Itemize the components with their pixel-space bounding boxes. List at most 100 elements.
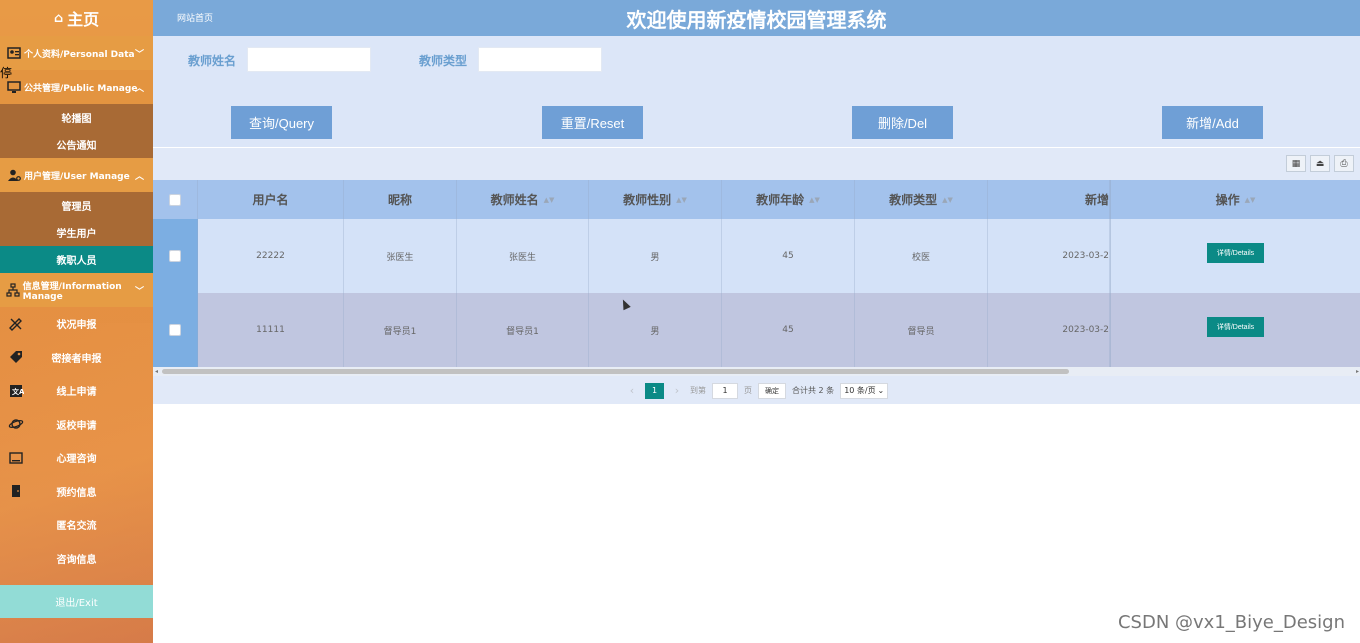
sidebar-item-appointment[interactable]: 预约信息 [0,475,153,509]
cell-nickname: 督导员1 [344,293,457,367]
sidebar-item-health-report[interactable]: 状况申报 [0,307,153,341]
cell-actions: 详情/Details [1110,219,1360,293]
table-header-row: 用户名 昵称 教师姓名 ▲▼ 教师性别 ▲▼ 教师年龄 ▲▼ 教师类型 ▲▼ 新增 操作… [153,180,1360,219]
cell-type: 校医 [855,219,988,293]
sidebar-item-return-apply[interactable]: 返校申请 [0,408,153,442]
column-header[interactable]: 教师类型 ▲▼ [855,180,988,219]
add-button[interactable]: 新增/Add [1162,106,1263,139]
teacher-name-input[interactable] [247,47,371,72]
sidebar-item-label: 线上申请 [56,387,97,399]
watermark: CSDN @vx1_Biye_Design [1117,612,1345,633]
monitor-icon [6,79,22,95]
sidebar-item-carousel[interactable]: 轮播图 [0,104,153,131]
menu-user-manage[interactable]: 用户管理/User Manage ︿ [0,158,153,192]
exit-button[interactable]: 退出/Exit [0,585,153,618]
table-row[interactable]: 11111 督导员1 督导员1 男 45 督导员 2023-03-2 详情/De… [153,293,1360,367]
menu-personal-label: 个人资料/Personal Data [24,49,135,60]
chevron-down-icon: ⌄ [877,386,885,395]
query-button[interactable]: 查询/Query [231,106,332,139]
home-label: 主页 [67,10,100,29]
sort-icon: ▲▼ [1244,195,1256,204]
reset-button[interactable]: 重置/Reset [542,106,643,139]
table-panel: ▦ ⏏ ⎙ 用户名 昵称 教师姓名 ▲▼ 教师性别 ▲▼ 教师年龄 ▲▼ 教师类型 ▲▼… [153,148,1360,404]
menu-info-manage[interactable]: 信息管理/Information Manage ﹀ [0,273,153,307]
page-size-select[interactable]: 10 条/页 ⌄ [840,382,889,399]
sidebar-item-counseling[interactable]: 心理咨询 [0,441,153,475]
column-header[interactable]: 教师年龄 ▲▼ [722,180,855,219]
column-header[interactable]: 用户名 [198,180,344,219]
column-header[interactable]: 操作 ▲▼ [1110,180,1360,219]
menu-group-personal: 个人资料/Personal Data ﹀ [0,36,153,70]
sidebar-item-staff[interactable]: 教职人员 [0,246,153,273]
sidebar-item-label: 预约信息 [56,487,97,499]
tooltip-fragment: 停 [0,66,13,80]
cell-gender: 男 [589,219,722,293]
table-row[interactable]: 22222 张医生 张医生 男 45 校医 2023-03-2 详情/Detai… [153,219,1360,293]
sidebar-item-consult-info[interactable]: 咨询信息 [0,542,153,576]
sidebar: ⌂ 主页 个人资料/Personal Data ﹀ 公共管理/Public Ma… [0,0,153,643]
row-checkbox[interactable] [169,324,181,336]
goto-suffix: 页 [744,386,752,395]
top-bar: 网站首页 欢迎使用新疫情校园管理系统 [153,0,1360,36]
print-icon[interactable]: ⎙ [1334,155,1354,172]
next-page-icon[interactable]: › [670,384,684,397]
goto-confirm-button[interactable]: 确定 [758,382,786,399]
delete-button[interactable]: 删除/Del [852,106,953,139]
details-button[interactable]: 详情/Details [1207,243,1264,263]
sidebar-item-admin[interactable]: 管理员 [0,192,153,219]
column-header[interactable]: 新增 [988,180,1110,219]
column-header[interactable]: 教师姓名 ▲▼ [457,180,589,219]
submenu-public: 轮播图 公告通知 [0,104,153,158]
menu-public-manage[interactable]: 公共管理/Public Manage ︿ [0,70,153,104]
column-filter-icon[interactable]: ▦ [1286,155,1306,172]
teacher-name-label: 教师姓名 [188,54,237,68]
menu-group-public: 公共管理/Public Manage ︿ 轮播图 公告通知 [0,70,153,158]
select-all-cell [153,180,198,219]
details-button[interactable]: 详情/Details [1207,317,1264,337]
scroll-right-icon[interactable]: ▸ [1356,367,1359,376]
cell-type: 督导员 [855,293,988,367]
sidebar-item-anonymous[interactable]: 匿名交流 [0,508,153,542]
row-select-cell [153,293,198,367]
teacher-type-input[interactable] [478,47,602,72]
menu-personal-data[interactable]: 个人资料/Personal Data ﹀ [0,36,153,70]
cell-gender: 男 [589,293,722,367]
home-icon: ⌂ [53,10,64,26]
row-checkbox[interactable] [169,250,181,262]
search-form: 教师姓名 教师类型 查询/Query 重置/Reset 删除/Del 新增/Ad… [153,36,1360,147]
pagination: ‹ 1 › 到第 1 页 确定 合计共 2 条 10 条/页 ⌄ [625,382,889,399]
cell-date: 2023-03-2 [988,293,1110,367]
page-number-current[interactable]: 1 [645,382,664,399]
sidebar-item-contact-report[interactable]: 密接者申报 [0,341,153,375]
prev-page-icon[interactable]: ‹ [625,384,639,397]
sidebar-item-notice[interactable]: 公告通知 [0,131,153,158]
sidebar-item-students[interactable]: 学生用户 [0,219,153,246]
sidebar-item-label: 返校申请 [56,420,97,432]
sort-icon: ▲▼ [942,195,953,204]
chevron-down-icon: ﹀ [134,49,144,60]
chevron-down-icon: ﹀ [134,286,144,297]
data-table: 用户名 昵称 教师姓名 ▲▼ 教师性别 ▲▼ 教师年龄 ▲▼ 教师类型 ▲▼ 新增 操作… [153,180,1360,367]
column-header[interactable]: 教师性别 ▲▼ [589,180,722,219]
select-all-checkbox[interactable] [169,193,181,206]
sidebar-item-online-apply[interactable]: 文A 线上申请 [0,374,153,408]
goto-page-input[interactable]: 1 [712,382,738,399]
column-header[interactable]: 昵称 [344,180,457,219]
sort-icon: ▲▼ [809,195,820,204]
cell-age: 45 [722,293,855,367]
id-card-icon [6,45,22,61]
cell-actions: 详情/Details [1110,293,1360,367]
scrollbar-thumb[interactable] [162,369,1069,374]
cell-teacher-name: 张医生 [457,219,589,293]
export-icon[interactable]: ⏏ [1310,155,1330,172]
page-title: 欢迎使用新疫情校园管理系统 [626,8,887,32]
total-count: 合计共 2 条 [792,386,835,395]
sidebar-item-label: 咨询信息 [56,554,97,566]
menu-public-label: 公共管理/Public Manage [24,83,138,94]
cell-age: 45 [722,219,855,293]
scroll-left-icon[interactable]: ◂ [155,367,158,376]
chevron-up-icon: ︿ [134,83,144,94]
sidebar-item-label: 状况申报 [56,320,97,332]
home-link[interactable]: ⌂ 主页 [0,0,153,36]
horizontal-scrollbar[interactable]: ◂ ▸ [153,367,1360,376]
